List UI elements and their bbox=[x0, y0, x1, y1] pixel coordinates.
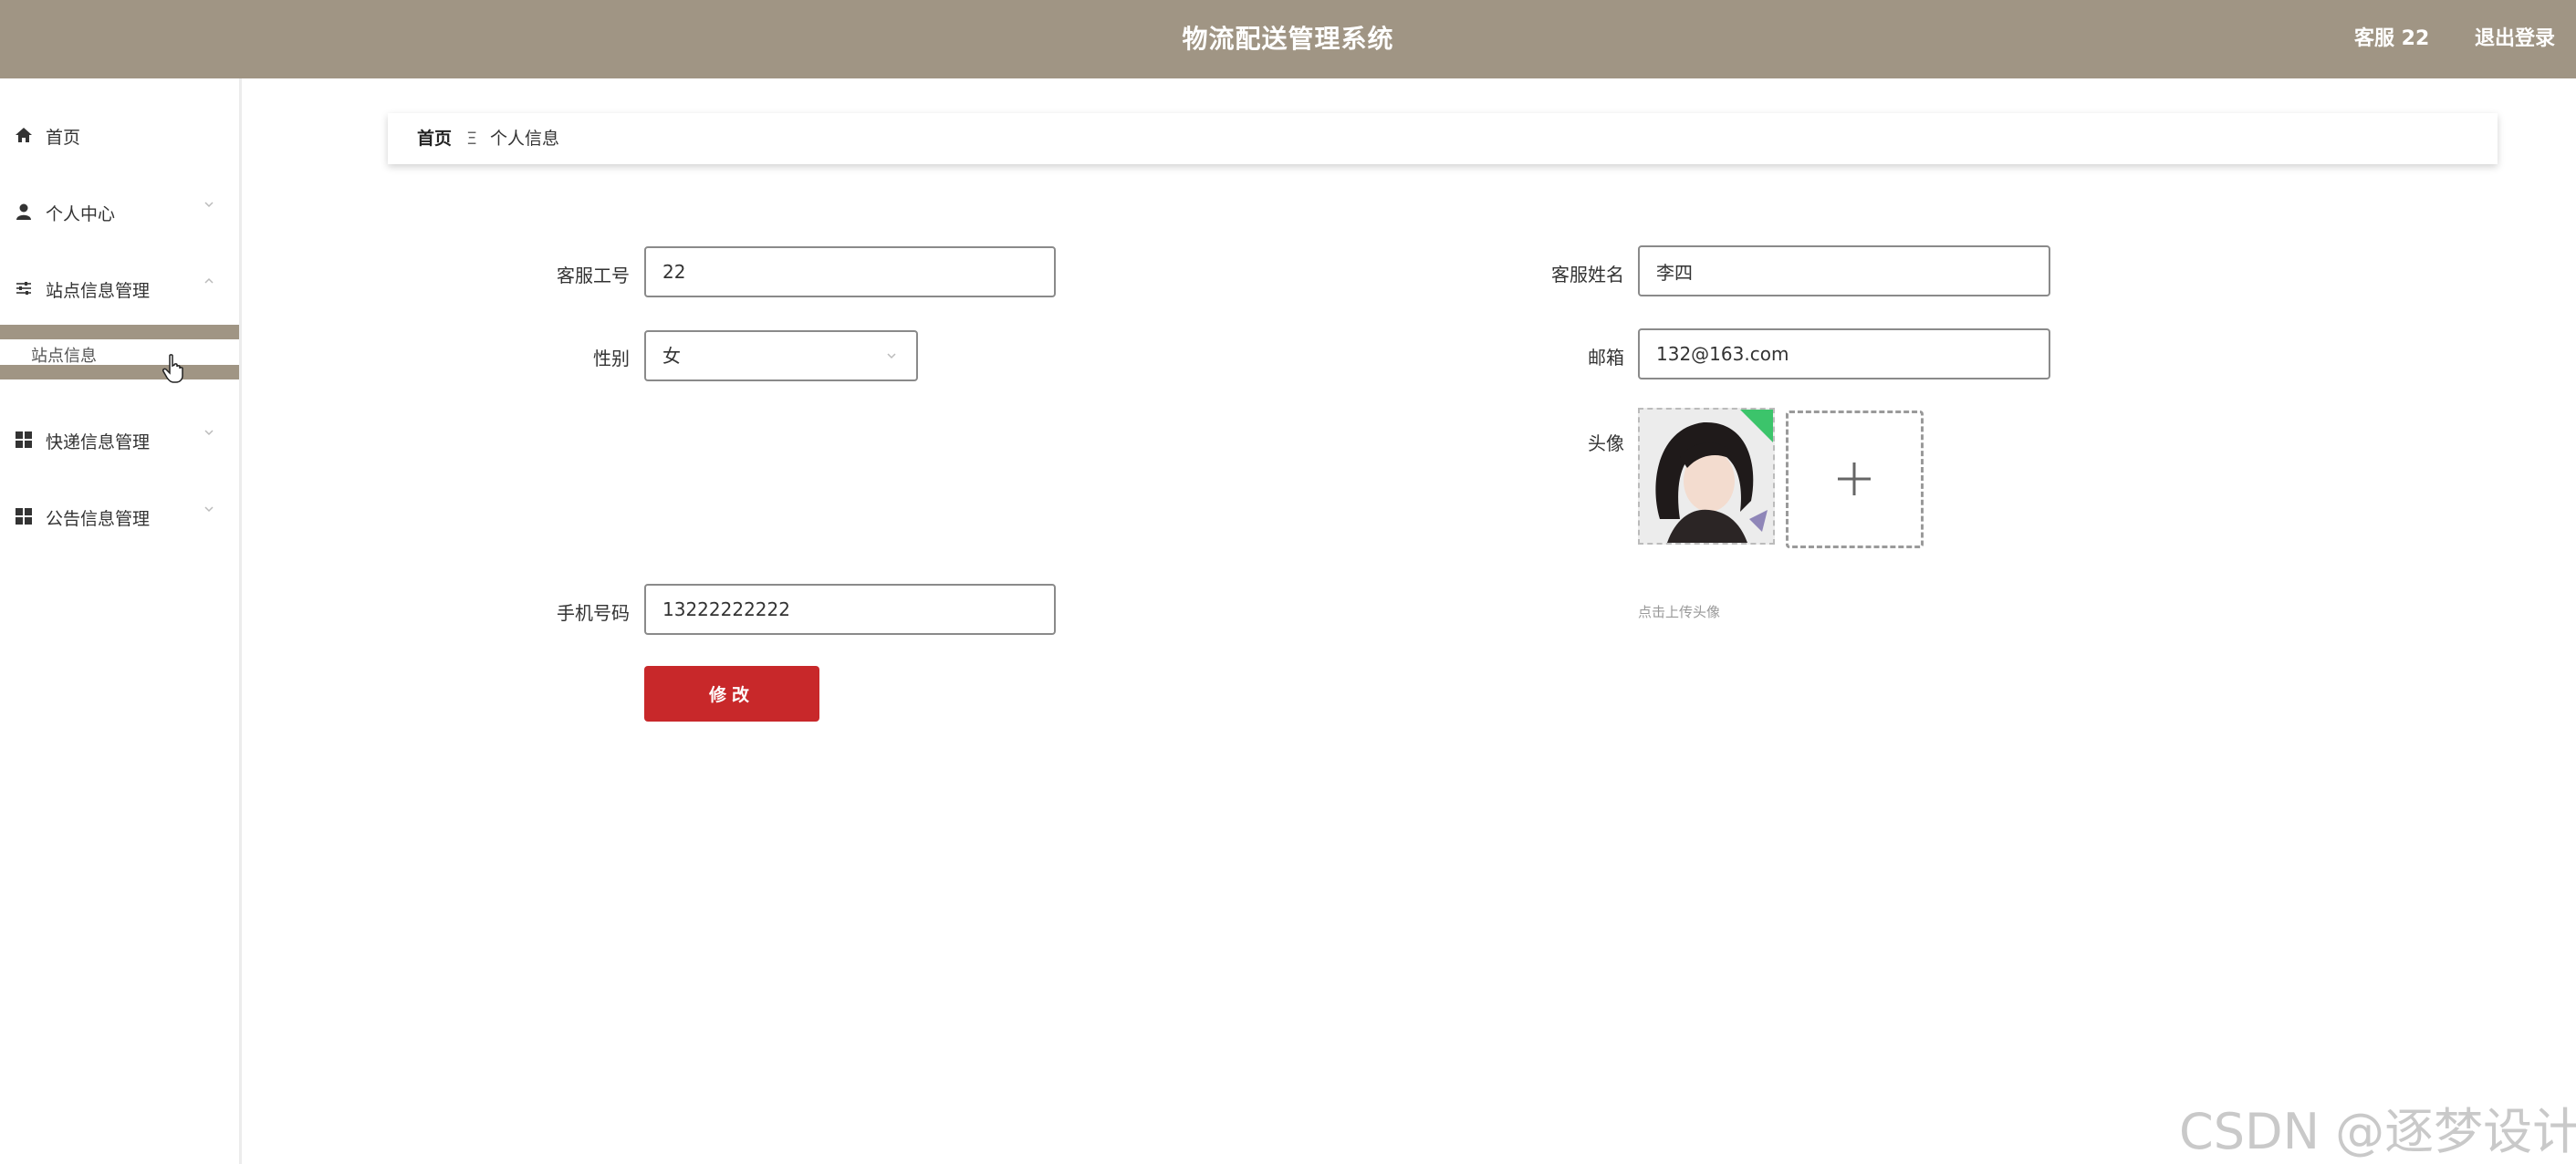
sidebar-item-label: 站点信息管理 bbox=[46, 281, 151, 301]
hand-cursor-icon bbox=[162, 354, 183, 383]
sidebar-item-label: 公告信息管理 bbox=[46, 509, 151, 529]
sidebar-subitem-station-info[interactable]: 站点信息 bbox=[0, 325, 239, 379]
avatar[interactable] bbox=[1638, 408, 1775, 545]
staff-no-label: 客服工号 bbox=[557, 265, 630, 286]
name-label: 客服姓名 bbox=[1551, 264, 1624, 286]
gender-label: 性别 bbox=[593, 348, 630, 369]
sliders-icon bbox=[16, 282, 31, 295]
email-input[interactable] bbox=[1638, 328, 2050, 379]
sidebar-item-label: 快递信息管理 bbox=[46, 432, 151, 452]
name-input[interactable] bbox=[1638, 245, 2050, 296]
grid-icon bbox=[16, 508, 32, 525]
home-icon bbox=[16, 128, 32, 142]
chevron-down-icon bbox=[204, 202, 214, 208]
breadcrumb-separator: Ξ bbox=[466, 129, 478, 149]
grid-icon bbox=[16, 431, 32, 448]
sidebar-item-station-management[interactable]: 站点信息管理 bbox=[0, 263, 239, 314]
email-label: 邮箱 bbox=[1588, 347, 1624, 369]
sidebar-item-home[interactable]: 首页 bbox=[0, 109, 239, 161]
sidebar-subitem-label: 站点信息 bbox=[31, 347, 97, 366]
sidebar-item-express-management[interactable]: 快递信息管理 bbox=[0, 414, 239, 465]
chevron-down-icon bbox=[887, 353, 896, 359]
user-icon bbox=[16, 203, 31, 220]
submit-button[interactable]: 修改 bbox=[644, 666, 819, 722]
sidebar: 首页 个人中心 站点信息管理 站点信息 快递信息管理 公告信息管理 bbox=[0, 78, 242, 1164]
avatar-label: 头像 bbox=[1588, 432, 1624, 454]
gender-select-value: 女 bbox=[662, 345, 681, 367]
sidebar-item-label: 首页 bbox=[46, 128, 81, 148]
breadcrumb: 首页 Ξ 个人信息 bbox=[388, 113, 2498, 164]
app-title: 物流配送管理系统 bbox=[1182, 24, 1394, 54]
watermark: CSDN @逐梦设计 bbox=[2179, 1103, 2576, 1160]
chevron-down-icon bbox=[204, 506, 214, 513]
staff-no-input[interactable] bbox=[644, 246, 1056, 297]
avatar-upload-button[interactable] bbox=[1786, 411, 1924, 548]
breadcrumb-current: 个人信息 bbox=[490, 129, 560, 149]
top-header: 物流配送管理系统 客服 22 退出登录 bbox=[0, 0, 2576, 78]
current-user: 客服 22 bbox=[2354, 27, 2430, 50]
chevron-up-icon bbox=[204, 277, 214, 284]
gender-select[interactable]: 女 bbox=[644, 330, 918, 381]
upload-hint: 点击上传头像 bbox=[1638, 604, 1721, 620]
sidebar-item-label: 个人中心 bbox=[46, 204, 116, 224]
sidebar-item-notice-management[interactable]: 公告信息管理 bbox=[0, 491, 239, 542]
breadcrumb-home[interactable]: 首页 bbox=[417, 113, 452, 164]
plus-icon bbox=[1838, 462, 1871, 495]
chevron-down-icon bbox=[204, 430, 214, 436]
avatar-image bbox=[1640, 410, 1773, 543]
phone-input[interactable] bbox=[644, 584, 1056, 635]
phone-label: 手机号码 bbox=[557, 602, 630, 624]
logout-link[interactable]: 退出登录 bbox=[2475, 0, 2555, 78]
sidebar-item-personal-center[interactable]: 个人中心 bbox=[0, 186, 239, 237]
